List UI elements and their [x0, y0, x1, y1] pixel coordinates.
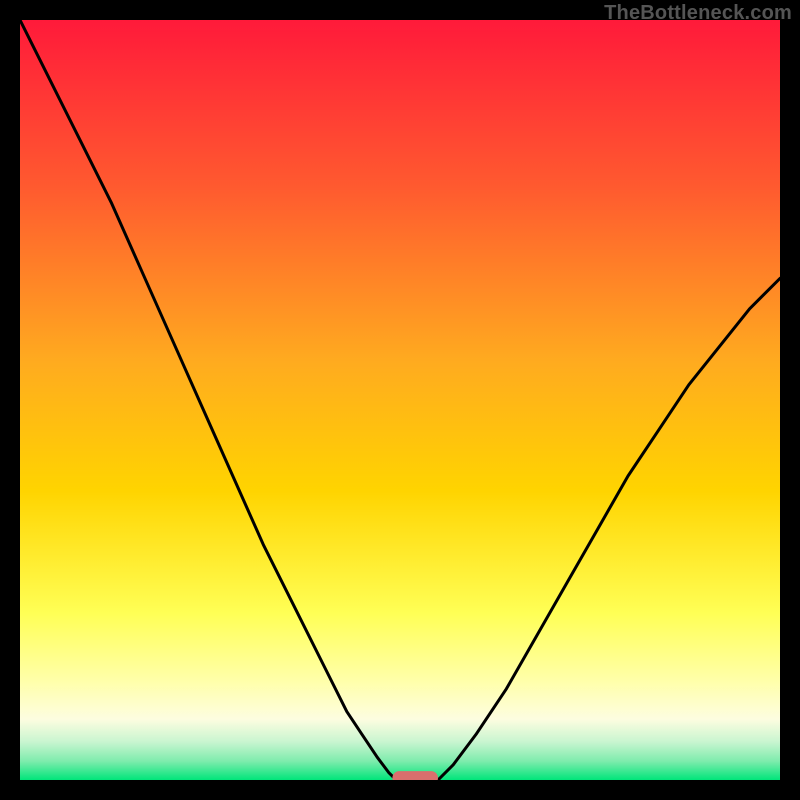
plot-area	[20, 20, 780, 780]
optimum-marker	[392, 771, 438, 780]
chart-frame: TheBottleneck.com	[0, 0, 800, 800]
watermark-text: TheBottleneck.com	[604, 2, 792, 25]
chart-svg	[20, 20, 780, 780]
optimum-marker-pill	[392, 771, 438, 780]
gradient-background	[20, 20, 780, 780]
